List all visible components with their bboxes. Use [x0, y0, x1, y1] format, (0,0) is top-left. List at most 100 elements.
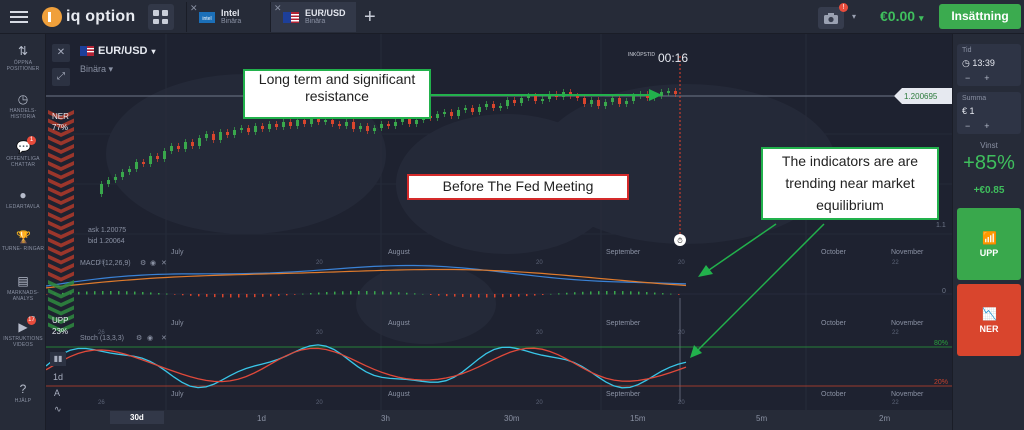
- sidebar-item-trade-history[interactable]: ◷ HANDELS- HISTORIA: [0, 92, 46, 120]
- candle-body: [261, 126, 264, 129]
- stoch-visibility-icon[interactable]: ◉: [147, 335, 153, 342]
- macd-histogram-bar: [102, 291, 104, 295]
- candle-body: [296, 120, 299, 126]
- month-label: September: [606, 320, 641, 327]
- close-tab-icon[interactable]: ✕: [274, 3, 282, 14]
- camera-button[interactable]: !: [818, 3, 848, 29]
- option-type-selector[interactable]: Binära ▾: [80, 64, 113, 75]
- sidebar-item-tournaments[interactable]: 🏆 TURNE- RINGAR: [0, 230, 46, 252]
- time-selector[interactable]: Tid ◷ 13:39 −+: [957, 44, 1021, 86]
- candle-body: [380, 124, 383, 128]
- macd-histogram-bar: [478, 294, 480, 298]
- timeframe-3h[interactable]: 3h: [381, 414, 390, 423]
- macd-histogram-bar: [622, 291, 624, 295]
- month-axis-mid: July August September October November26 20 20…: [98, 320, 924, 336]
- macd-histogram-bar: [198, 294, 200, 297]
- asset-selector[interactable]: EUR/USD ▾: [80, 45, 156, 57]
- countdown-timer: 00:16: [658, 51, 688, 65]
- price-chart[interactable]: ⏱ INKÖPSTID 00:16 1.200695 ask 1.20075 b…: [45, 34, 952, 410]
- candle-body: [184, 142, 187, 149]
- chart-type-icon[interactable]: ▮▮: [50, 352, 66, 366]
- call-up-button[interactable]: 📶 UPP: [957, 208, 1021, 280]
- macd-visibility-icon[interactable]: ◉: [150, 260, 156, 267]
- stoch-remove-icon[interactable]: ✕: [161, 335, 167, 342]
- menu-icon[interactable]: [10, 8, 28, 24]
- amount-minus-plus[interactable]: −+: [965, 121, 1004, 131]
- timeframe-2m[interactable]: 2m: [879, 414, 890, 423]
- profit-percent: +85%: [963, 152, 1015, 174]
- deposit-button[interactable]: Insättning: [939, 4, 1021, 29]
- svg-text:1.200695: 1.200695: [904, 92, 938, 101]
- month-label: October: [821, 391, 847, 398]
- account-balance[interactable]: €0.00 ▾: [880, 8, 923, 24]
- candle-body: [240, 128, 243, 130]
- candle-body: [499, 106, 502, 108]
- assets-grid-button[interactable]: [148, 4, 174, 30]
- sidebar-item-instruction-videos[interactable]: ▶ 17 INSTRUKTIONS VIDEOS: [0, 316, 46, 348]
- tab-intel[interactable]: ✕ intel Intel Binära: [186, 2, 268, 32]
- candle-body: [576, 96, 579, 98]
- left-sidebar: ⇅ ÖPPNA POSITIONER ◷ HANDELS- HISTORIA 💬…: [0, 34, 46, 430]
- history-clock-icon: ◷: [17, 92, 29, 106]
- time-minus-plus[interactable]: −+: [965, 73, 1004, 83]
- chart-tools: ✕ ⤢: [52, 44, 70, 92]
- candle-body: [331, 120, 334, 124]
- candle-body: [121, 172, 124, 177]
- eu-us-flag-icon: [283, 11, 299, 23]
- macd-histogram-bar: [526, 294, 528, 297]
- sidebar-item-leaderboard[interactable]: ● LEDARTAVLA: [0, 188, 46, 210]
- macd-histogram-bar: [262, 294, 264, 297]
- macd-histogram-bar: [390, 291, 392, 295]
- sidebar-item-open-positions[interactable]: ⇅ ÖPPNA POSITIONER: [0, 44, 46, 72]
- svg-text:intel: intel: [202, 16, 211, 22]
- macd-histogram-bar: [422, 293, 424, 295]
- month-label: September: [606, 249, 641, 256]
- amount-selector[interactable]: Summa € 1 −+: [957, 92, 1021, 134]
- macd-histogram-bar: [110, 291, 112, 295]
- macd-histogram-bar: [430, 294, 432, 296]
- timeframe-1d[interactable]: 1d: [257, 414, 266, 423]
- sidebar-item-help[interactable]: ? HJÄLP: [0, 382, 46, 404]
- sidebar-item-market-analysis[interactable]: ▤ MARKNADS- ANALYS: [0, 274, 46, 302]
- stoch-20-label: 20%: [934, 379, 948, 386]
- candle-body: [345, 122, 348, 126]
- macd-remove-icon[interactable]: ✕: [161, 260, 167, 267]
- close-tab-icon[interactable]: ✕: [190, 3, 198, 14]
- add-tab-icon[interactable]: +: [364, 6, 376, 29]
- chart-area[interactable]: ⏱ INKÖPSTID 00:16 1.200695 ask 1.20075 b…: [45, 34, 952, 410]
- candle-body: [401, 119, 404, 122]
- candle-body: [478, 107, 481, 112]
- macd-histogram-bar: [350, 291, 352, 295]
- annotation-resistance: Long term and significant resistance: [243, 69, 431, 119]
- macd-histogram-bar: [462, 294, 464, 297]
- timeframe-15m[interactable]: 15m: [630, 414, 646, 423]
- macd-histogram-bar: [406, 292, 408, 295]
- macd-settings-icon[interactable]: ⚙: [140, 259, 146, 267]
- macd-histogram-bar: [174, 294, 176, 295]
- macd-histogram-bar: [574, 292, 576, 295]
- annotation-indicators: The indicators are are trending near mar…: [761, 147, 939, 220]
- fullscreen-icon[interactable]: ⤢: [52, 68, 70, 86]
- put-down-button[interactable]: 📉 NER: [957, 284, 1021, 356]
- draw-tool-icon[interactable]: A: [50, 388, 70, 398]
- close-chart-icon[interactable]: ✕: [52, 44, 70, 62]
- tab-eurusd[interactable]: ✕ EUR/USD Binära: [270, 2, 356, 32]
- macd-histogram-bar: [270, 294, 272, 297]
- timeframe-5m[interactable]: 5m: [756, 414, 767, 423]
- timeframe-selector[interactable]: 1d: [50, 372, 70, 382]
- stoch-settings-icon[interactable]: ⚙: [136, 334, 142, 342]
- sidebar-item-public-chats[interactable]: 💬 1 OFFENTLIGA CHATTAR: [0, 136, 46, 168]
- timeframe-30d[interactable]: 30d: [110, 411, 164, 424]
- indicators-icon[interactable]: ∿: [50, 404, 70, 415]
- tab-intel-name: Intel: [221, 7, 240, 18]
- camera-alert-badge: !: [839, 3, 848, 12]
- timeframe-30m[interactable]: 30m: [504, 414, 520, 423]
- logo[interactable]: iq option: [42, 6, 135, 28]
- candle-body: [387, 124, 390, 126]
- day-label: 20: [316, 400, 323, 406]
- macd-histogram-bar: [126, 291, 128, 295]
- candle-body: [359, 126, 362, 129]
- camera-dropdown-icon[interactable]: ▾: [852, 12, 856, 21]
- month-label: July: [171, 391, 184, 398]
- candle-body: [100, 184, 103, 194]
